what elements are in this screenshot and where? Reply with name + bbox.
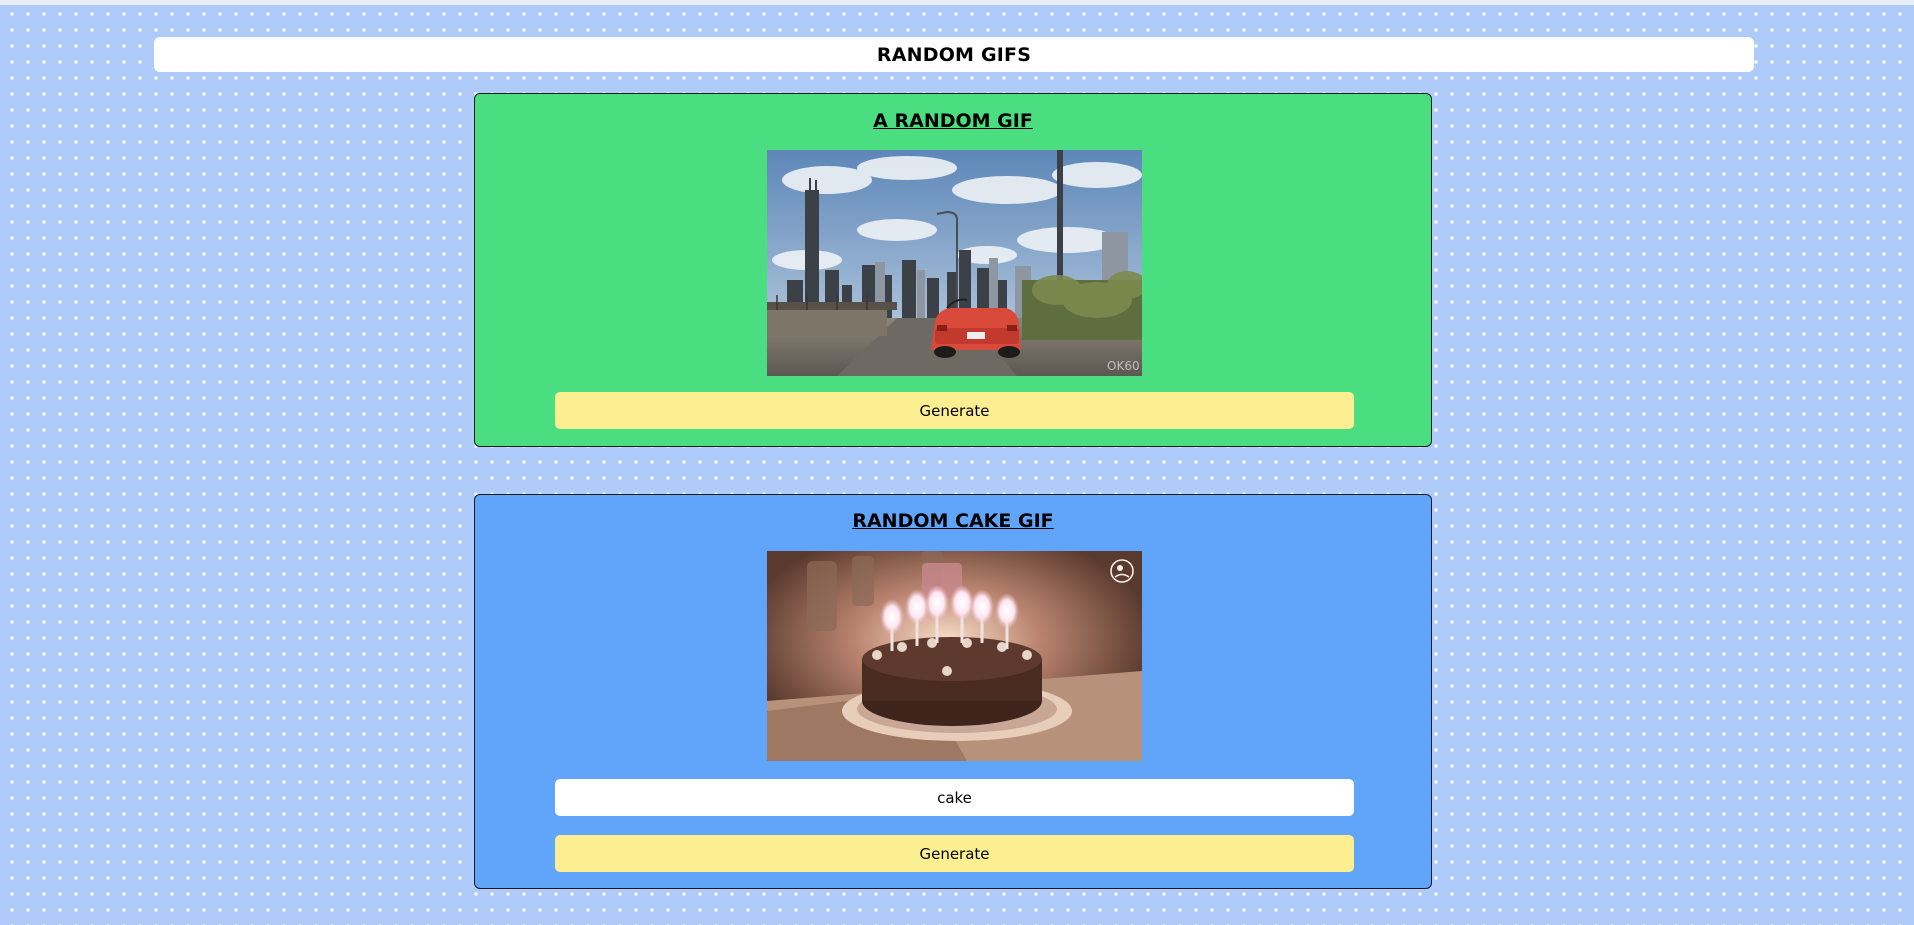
top-strip	[0, 0, 1914, 5]
generate-random-button[interactable]: Generate	[555, 392, 1354, 429]
generate-cake-button[interactable]: Generate	[555, 835, 1354, 872]
random-gif-title: A RANDOM GIF	[873, 110, 1033, 132]
cake-gif-image	[767, 551, 1142, 761]
random-gif-card: A RANDOM GIF OK60 Generate	[474, 93, 1432, 447]
cake-gif-card: RANDOM CAKE GIF cake Generate	[474, 494, 1432, 889]
gif-watermark: OK60	[1107, 359, 1140, 373]
random-gif-image: OK60	[767, 150, 1142, 376]
page-title: RANDOM GIFS	[154, 37, 1754, 72]
cake-gif-title: RANDOM CAKE GIF	[852, 510, 1054, 532]
search-input[interactable]	[555, 779, 1354, 816]
